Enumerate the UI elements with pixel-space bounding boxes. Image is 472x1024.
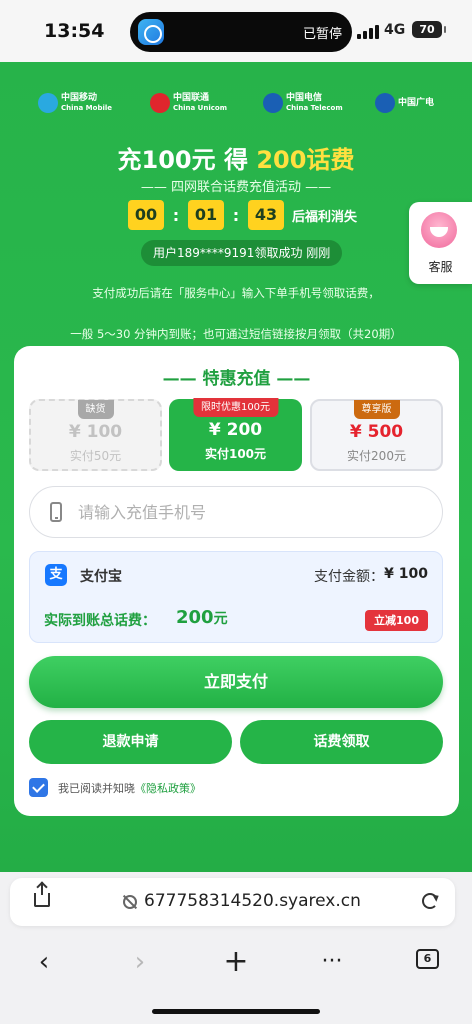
carrier-logo-unicom: 中国联通 China Unicom bbox=[150, 90, 227, 116]
new-tab-icon[interactable]: + bbox=[216, 944, 256, 980]
countdown-label: 后福利消失 bbox=[292, 209, 358, 225]
claim-credit-button[interactable]: 话费领取 bbox=[240, 720, 443, 764]
discount-badge: 立减100 bbox=[365, 610, 428, 631]
status-bar: 13:54 已暂停 4G 70 bbox=[0, 0, 472, 62]
option-price: ¥ 500 bbox=[349, 422, 404, 442]
home-indicator[interactable] bbox=[152, 1009, 320, 1014]
china-broadnet-logo-icon bbox=[375, 93, 395, 113]
option-tag: 限时优惠100元 bbox=[192, 398, 279, 417]
service-label: 客服 bbox=[428, 260, 453, 274]
winner-ticker: 用户189****9191领取成功 刚刚 bbox=[141, 240, 343, 266]
china-unicom-logo-icon bbox=[150, 93, 170, 113]
url-text[interactable]: 677758314520.syarex.cn bbox=[144, 891, 361, 911]
promo-subtitle: —— 四网联合话费充值活动 —— bbox=[140, 180, 332, 195]
promo-page: 中国移动 China Mobile 中国联通 China Unicom 中国电信 Ch… bbox=[0, 62, 472, 872]
option-tag: 缺货 bbox=[77, 400, 114, 419]
not-secure-icon bbox=[123, 895, 137, 909]
battery-icon: 70 bbox=[412, 21, 446, 38]
option-price: ¥ 100 bbox=[68, 422, 123, 442]
cellular-signal-icon bbox=[357, 25, 379, 39]
countdown-seconds: 43 bbox=[248, 200, 284, 230]
payment-box: 支 支付宝 支付金额： ¥ 100 实际到账总话费： 200元 立减100 bbox=[29, 551, 443, 643]
app-shield-icon bbox=[138, 19, 164, 45]
carrier-logos: 中国移动 China Mobile 中国联通 China Unicom 中国电信 Ch… bbox=[0, 90, 472, 118]
countdown-minutes: 01 bbox=[188, 200, 224, 230]
card-title: —— 特惠充值 —— bbox=[162, 369, 311, 389]
actual-credit-amount: 200元 bbox=[176, 607, 228, 628]
option-paid: 实付50元 bbox=[69, 449, 122, 463]
phone-input-container bbox=[29, 486, 443, 538]
option-200-selected[interactable]: 限时优惠100元 ¥ 200 实付100元 bbox=[169, 398, 302, 471]
pay-now-button[interactable]: 立即支付 bbox=[29, 656, 443, 708]
reload-icon[interactable] bbox=[422, 893, 438, 909]
back-icon[interactable]: ‹ bbox=[24, 944, 64, 980]
privacy-agreement: 我已阅读并知晓 《隐私政策》 bbox=[29, 778, 201, 797]
share-icon[interactable] bbox=[34, 883, 50, 907]
privacy-policy-link[interactable]: 《隐私政策》 bbox=[135, 780, 201, 796]
phone-icon bbox=[50, 502, 62, 522]
network-type: 4G bbox=[384, 22, 406, 38]
countdown-hours: 00 bbox=[128, 200, 164, 230]
actual-credit-label: 实际到账总话费： bbox=[44, 613, 156, 629]
agree-text: 我已阅读并知晓 bbox=[58, 781, 135, 795]
alipay-icon: 支 bbox=[45, 564, 67, 586]
notice-line-1: 支付成功后请在「服务中心」输入下单手机号领取话费， bbox=[92, 286, 380, 300]
service-avatar-icon bbox=[421, 212, 457, 248]
payment-amount-label: 支付金额： bbox=[314, 569, 384, 585]
carrier-logo-broadnet: 中国广电 bbox=[375, 90, 434, 116]
status-time: 13:54 bbox=[44, 20, 105, 42]
promo-headline: 充100元 得 200话费 bbox=[117, 146, 355, 174]
option-paid: 实付200元 bbox=[347, 449, 406, 463]
recharge-card: —— 特惠充值 —— 缺货 ¥ 100 实付50元 限时优惠100元 ¥ 200… bbox=[14, 346, 459, 816]
more-icon[interactable]: ··· bbox=[312, 944, 352, 980]
option-tag: 尊享版 bbox=[353, 400, 400, 419]
browser-toolbar: 677758314520.syarex.cn ‹ › + ··· 6 bbox=[0, 872, 472, 1024]
phone-input[interactable] bbox=[78, 487, 428, 537]
refund-request-button[interactable]: 退款申请 bbox=[29, 720, 232, 764]
china-mobile-logo-icon bbox=[38, 93, 58, 113]
option-100-soldout[interactable]: 缺货 ¥ 100 实付50元 bbox=[29, 399, 162, 471]
payment-method: 支付宝 bbox=[80, 569, 122, 585]
option-price: ¥ 200 bbox=[208, 420, 263, 440]
carrier-logo-telecom: 中国电信 China Telecom bbox=[263, 90, 343, 116]
agree-checkbox[interactable] bbox=[29, 778, 48, 797]
forward-icon[interactable]: › bbox=[120, 944, 160, 980]
island-status-text: 已暂停 bbox=[302, 27, 342, 42]
option-500-premium[interactable]: 尊享版 ¥ 500 实付200元 bbox=[310, 399, 443, 471]
option-paid: 实付100元 bbox=[204, 447, 267, 461]
payment-amount: ¥ 100 bbox=[384, 566, 428, 582]
notice-line-2: 一般 5～30 分钟内到账；也可通过短信链接按月领取（共20期） bbox=[70, 327, 402, 341]
china-telecom-logo-icon bbox=[263, 93, 283, 113]
countdown-timer: 00 : 01 : 43 后福利消失 bbox=[128, 200, 357, 230]
dynamic-island[interactable]: 已暂停 bbox=[130, 12, 352, 52]
customer-service-button[interactable]: 客服 bbox=[409, 202, 472, 284]
carrier-logo-mobile: 中国移动 China Mobile bbox=[38, 90, 112, 116]
tabs-count-icon[interactable]: 6 bbox=[416, 949, 439, 969]
address-bar[interactable]: 677758314520.syarex.cn bbox=[10, 878, 455, 926]
